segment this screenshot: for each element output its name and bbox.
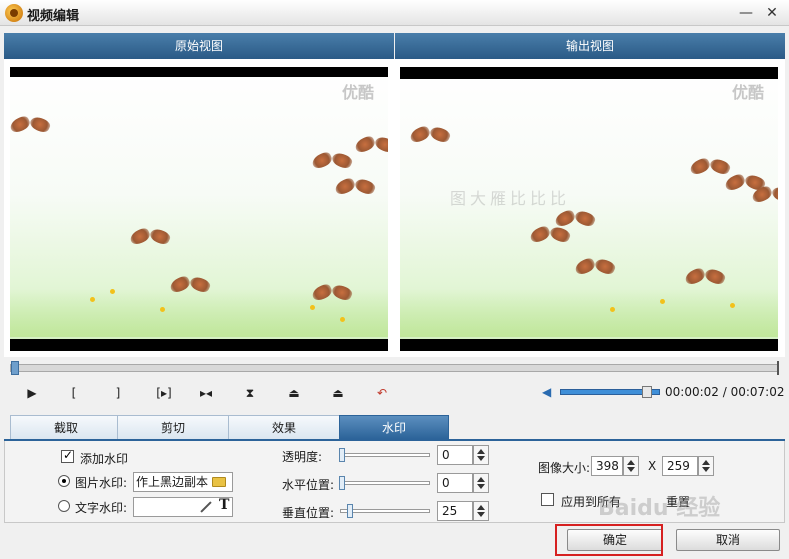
image-watermark-radio[interactable] [58,475,70,487]
image-size-label: 图像大小: [538,461,591,475]
opacity-slider[interactable] [340,453,430,457]
minimize-button[interactable]: — [736,3,756,23]
seek-end-marker [777,361,783,375]
horizontal-position-label: 水平位置: [282,478,335,492]
play-selection-icon[interactable]: [▸] [152,385,176,401]
volume-thumb[interactable] [642,386,652,398]
opacity-thumb[interactable] [339,448,345,462]
time-display: 00:00:02 / 00:07:02 [665,385,785,399]
output-view-header: 输出视图 [395,33,785,59]
vertical-thumb[interactable] [347,504,353,518]
add-watermark-label: 添加水印 [80,452,129,466]
original-video: 优酷 [10,67,388,351]
close-button[interactable]: ✕ [762,3,782,23]
tab-cut[interactable]: 剪切 [117,415,229,439]
opacity-value[interactable]: 0 [437,445,473,465]
tab-effects[interactable]: 效果 [228,415,340,439]
output-overlay-text: 图大雁比比比 [450,189,571,208]
youku-watermark-output: 优酷 [731,83,764,102]
seek-thumb[interactable] [11,361,19,375]
window-title: 视频编辑 [27,9,80,24]
title-bar: 视频编辑 — ✕ [0,0,789,26]
image-watermark-label: 图片水印: [75,476,128,490]
output-video: 图大雁比比比 优酷 [400,67,778,351]
size-separator: X [648,459,657,473]
horizontal-stepper[interactable] [473,473,489,493]
youku-watermark: 优酷 [341,83,374,102]
horizontal-slider[interactable] [340,481,430,485]
image-width-stepper[interactable] [623,456,639,476]
step-frame-icon[interactable]: ▸◂ [196,385,216,401]
baidu-watermark: Baidu 经验 [598,496,721,521]
opacity-label: 透明度: [282,450,323,464]
text-watermark-label: 文字水印: [75,501,128,515]
tab-watermark[interactable]: 水印 [339,415,449,439]
tab-capture[interactable]: 截取 [10,415,122,439]
seek-bar[interactable] [10,361,779,375]
apply-all-checkbox[interactable] [541,493,554,506]
vertical-stepper[interactable] [473,501,489,521]
volume-slider[interactable] [560,386,660,398]
opacity-stepper[interactable] [473,445,489,465]
app-logo-icon [5,4,23,22]
text-watermark-field[interactable] [133,497,233,517]
image-height-stepper[interactable] [698,456,714,476]
image-watermark-value: 作上黑边副本 [136,475,209,489]
ok-button-highlight [555,524,663,556]
horizontal-thumb[interactable] [339,476,345,490]
hourglass-icon[interactable]: ⧗ [240,385,260,401]
cancel-button[interactable]: 取消 [676,529,780,551]
volume-icon[interactable]: ◀ [542,385,556,399]
text-watermark-radio[interactable] [58,500,70,512]
mark-out-icon[interactable]: ] [108,385,128,401]
play-icon[interactable]: ▶ [22,385,42,401]
flip-right-icon[interactable]: ⏏ [328,385,348,401]
font-icon[interactable]: T [219,497,229,513]
mark-in-icon[interactable]: [ [64,385,84,401]
image-height-value[interactable]: 259 [662,456,698,476]
vertical-position-label: 垂直位置: [282,506,335,520]
folder-open-icon[interactable] [212,477,226,487]
undo-icon[interactable]: ↶ [372,385,392,401]
vertical-value[interactable]: 25 [437,501,473,521]
flip-up-icon[interactable]: ⏏ [284,385,304,401]
original-view-header: 原始视图 [4,33,394,59]
video-preview-area: 优酷 图大雁比比比 优酷 [4,59,785,357]
image-width-value[interactable]: 398 [591,456,623,476]
vertical-slider[interactable] [340,509,430,513]
tab-bar: 截取 剪切 效果 水印 [4,415,785,439]
horizontal-value[interactable]: 0 [437,473,473,493]
add-watermark-checkbox[interactable] [61,448,74,463]
